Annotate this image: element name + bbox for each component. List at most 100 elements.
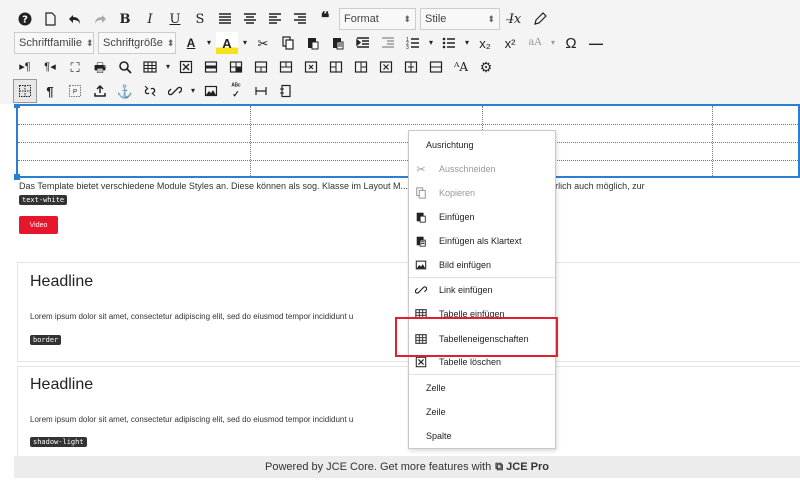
jce-pro-link[interactable]: ⧉ JCE Pro (495, 461, 549, 474)
split-cells-icon[interactable] (400, 56, 422, 78)
strikethrough-icon[interactable]: S (189, 8, 211, 30)
svg-text:?: ? (22, 15, 28, 26)
unlink-icon[interactable] (139, 80, 161, 102)
ltr-icon[interactable]: ▸¶ (14, 56, 36, 78)
row-props-icon[interactable] (200, 56, 222, 78)
align-center-icon[interactable] (239, 8, 261, 30)
insert-col-after-icon[interactable] (350, 56, 372, 78)
font-color-glyph: A (186, 36, 196, 50)
special-character-icon[interactable]: Ω (560, 32, 582, 54)
video-button[interactable]: Video (19, 216, 58, 234)
indent-icon[interactable] (352, 32, 374, 54)
menu-item-label: Kopieren (439, 188, 476, 198)
rtl-icon[interactable]: ¶◂ (39, 56, 61, 78)
menu-item-zeile[interactable]: Zeile (409, 401, 555, 423)
menu-item-label: Link einfügen (439, 285, 493, 295)
menu-item-einfuegen[interactable]: Einfügen (409, 206, 555, 228)
upload-icon[interactable] (89, 80, 111, 102)
horizontal-rule-icon[interactable]: — (585, 32, 607, 54)
search-icon[interactable] (114, 56, 136, 78)
outdent-icon[interactable] (377, 32, 399, 54)
highlight-color-button[interactable]: A (216, 32, 238, 54)
font-color-button[interactable]: A (180, 32, 202, 54)
clear-formatting-icon[interactable]: I̶x (504, 8, 526, 30)
table-icon[interactable] (139, 56, 161, 78)
menu-item-ausrichtung[interactable]: Ausrichtung (409, 134, 555, 156)
bullet-list-icon[interactable] (438, 32, 460, 54)
cell-props-icon[interactable] (225, 56, 247, 78)
resize-handle[interactable] (14, 104, 20, 108)
align-left-icon[interactable] (264, 8, 286, 30)
font-size-label: Schriftgröße (103, 37, 163, 49)
copy-icon[interactable] (277, 32, 299, 54)
resize-handle[interactable] (14, 174, 20, 180)
cut-icon[interactable]: ✂ (252, 32, 274, 54)
image-icon[interactable] (200, 80, 222, 102)
svg-text:3: 3 (406, 45, 409, 50)
visual-aid-icon[interactable] (13, 79, 37, 103)
merge-cells-icon[interactable] (425, 56, 447, 78)
menu-item-spalte[interactable]: Spalte (409, 425, 555, 447)
superscript-icon[interactable]: x² (499, 32, 521, 54)
insert-row-after-icon[interactable] (275, 56, 297, 78)
menu-divider (409, 277, 555, 278)
find-replace-icon[interactable]: ᴬA (450, 56, 472, 78)
chevron-updown-icon: ⬍ (487, 13, 495, 24)
stile-select[interactable]: Stile ⬍ (420, 8, 500, 30)
delete-table-icon[interactable] (175, 56, 197, 78)
menu-item-kopieren[interactable]: Kopieren (409, 182, 555, 204)
case-change-icon[interactable]: aA (524, 32, 546, 54)
format-select[interactable]: Format ⬍ (339, 8, 416, 30)
menu-divider (409, 374, 555, 375)
chevron-down-icon[interactable]: ▾ (427, 32, 435, 54)
nonbreaking-icon[interactable] (250, 80, 272, 102)
delete-row-icon[interactable] (300, 56, 322, 78)
clean-code-icon[interactable] (529, 8, 551, 30)
show-blocks-icon[interactable]: ¶ (39, 80, 61, 102)
menu-item-zelle[interactable]: Zelle (409, 377, 555, 399)
chevron-down-icon[interactable]: ▾ (164, 56, 172, 78)
paste-text-icon[interactable] (327, 32, 349, 54)
numbered-list-icon[interactable]: 123 (402, 32, 424, 54)
chevron-down-icon[interactable]: ▾ (189, 80, 197, 102)
find-replace-glyph: ᴬA (453, 60, 469, 74)
insert-row-before-icon[interactable] (250, 56, 272, 78)
chevron-down-icon[interactable]: ▾ (549, 32, 557, 54)
undo-icon[interactable] (64, 8, 86, 30)
menu-item-label: Tabelle löschen (439, 357, 502, 367)
bold-icon[interactable]: B (114, 8, 136, 30)
template-icon[interactable] (275, 80, 297, 102)
chevron-down-icon[interactable]: ▾ (463, 32, 471, 54)
blockquote-icon[interactable]: ❝ (314, 8, 336, 30)
link-icon[interactable] (164, 80, 186, 102)
print-icon[interactable]: 🖶 (89, 56, 111, 78)
editor-content[interactable]: Das Template bietet verschiedene Module … (0, 104, 800, 456)
italic-icon[interactable]: I (139, 8, 161, 30)
align-right-icon[interactable] (289, 8, 311, 30)
help-icon[interactable]: ? (14, 8, 36, 30)
gear-icon[interactable]: ⚙ (475, 56, 497, 78)
delete-col-icon[interactable] (375, 56, 397, 78)
spellcheck-icon[interactable]: ᴬᴮᶜ ✓ (225, 80, 247, 102)
menu-item-ausschneiden[interactable]: ✂ Ausschneiden (409, 158, 555, 180)
chevron-down-icon[interactable]: ▾ (205, 32, 213, 54)
fullscreen-icon[interactable]: ⛶ (64, 56, 86, 78)
paragraph-block-icon[interactable]: P (64, 80, 86, 102)
align-justify-icon[interactable] (214, 8, 236, 30)
redo-icon[interactable] (89, 8, 111, 30)
font-size-select[interactable]: Schriftgröße ⬍ (98, 32, 176, 54)
menu-item-link-einfuegen[interactable]: Link einfügen (409, 279, 555, 301)
image-icon (414, 258, 428, 272)
subscript-icon[interactable]: x₂ (474, 32, 496, 54)
menu-item-einfuegen-klartext[interactable]: Einfügen als Klartext (409, 230, 555, 252)
underline-icon[interactable]: U (164, 8, 186, 30)
chevron-down-icon[interactable]: ▾ (241, 32, 249, 54)
new-document-icon[interactable] (39, 8, 61, 30)
anchor-icon[interactable]: ⚓ (114, 80, 136, 102)
insert-col-before-icon[interactable] (325, 56, 347, 78)
external-link-icon: ⧉ (495, 460, 504, 473)
paste-icon[interactable] (302, 32, 324, 54)
font-family-select[interactable]: Schriftfamilie ⬍ (14, 32, 94, 54)
menu-item-bild-einfuegen[interactable]: Bild einfügen (409, 254, 555, 276)
card-text: Lorem ipsum dolor sit amet, consectetur … (30, 415, 354, 424)
